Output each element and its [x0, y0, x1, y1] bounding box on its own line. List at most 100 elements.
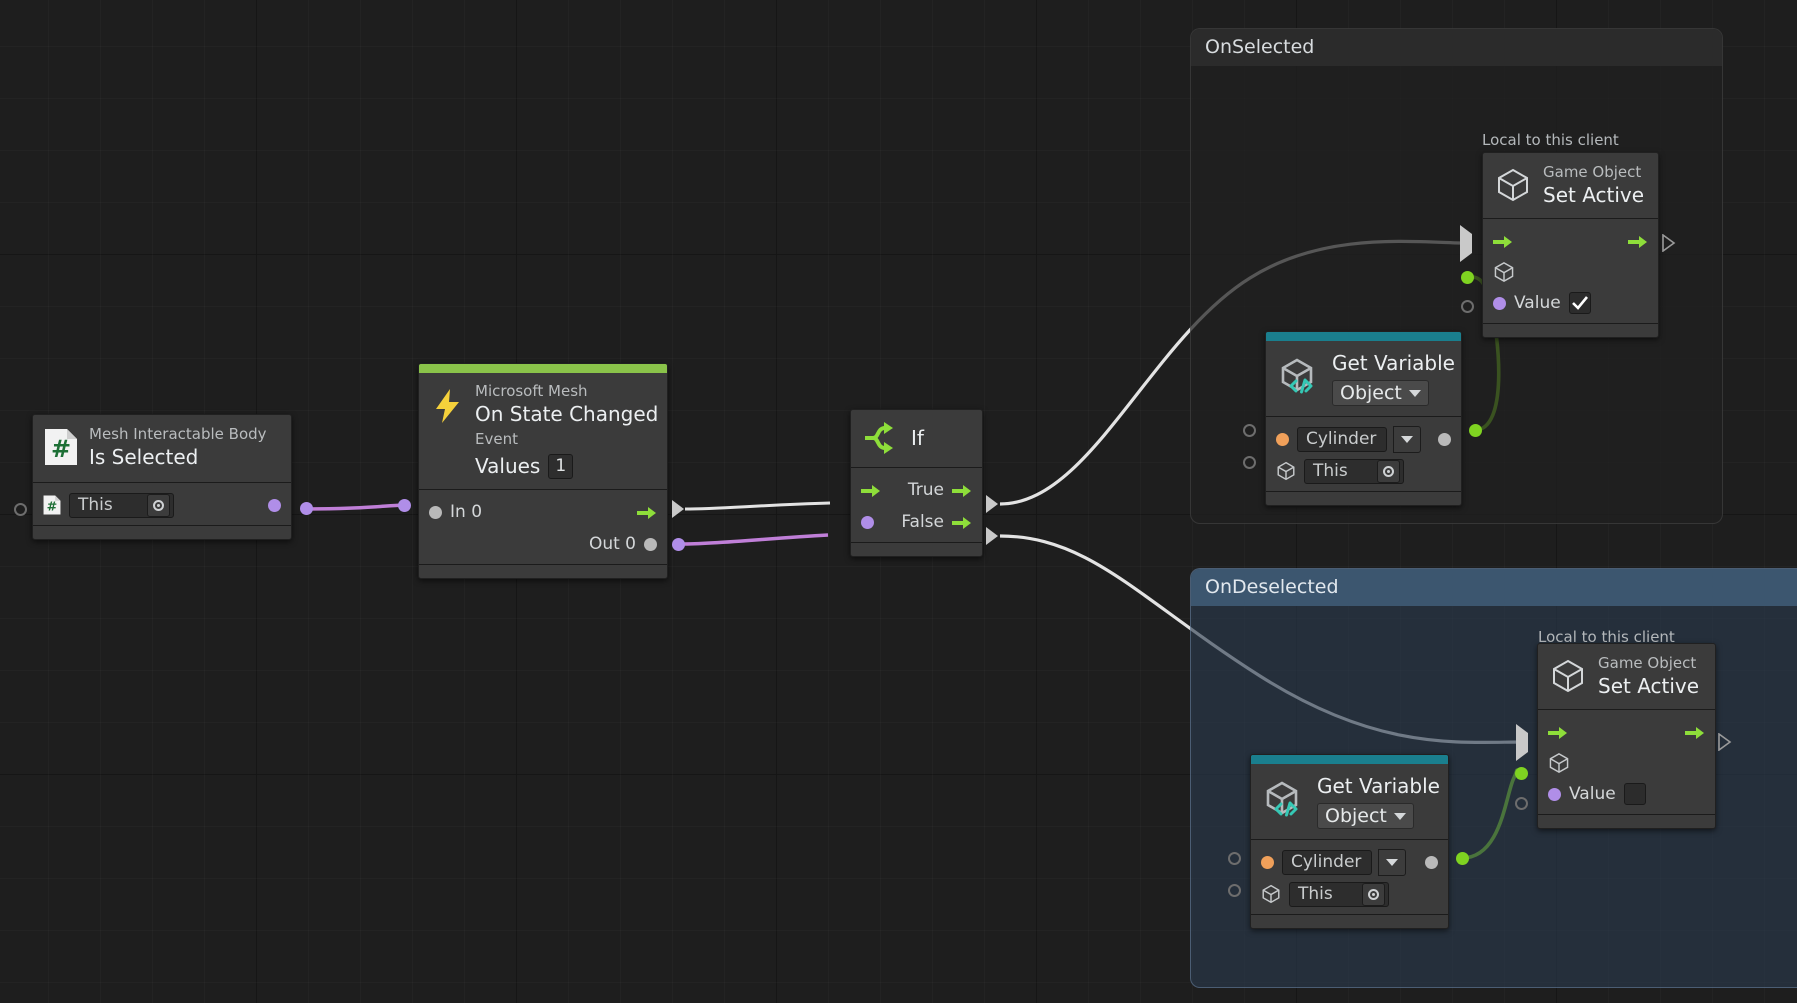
- port-marker-value-setactive-deselected[interactable]: [1515, 797, 1528, 810]
- true-label: True: [907, 480, 944, 500]
- node-set-active-selected[interactable]: Game Object Set Active Value: [1482, 152, 1659, 338]
- values-label: Values: [475, 454, 541, 478]
- game-object-cube-icon[interactable]: [1493, 261, 1515, 283]
- exec-output-arrow-icon[interactable]: [1685, 725, 1705, 739]
- port-marker-exec-in-setactive-deselected[interactable]: [1516, 724, 1528, 761]
- game-object-cube-icon: [1261, 884, 1281, 904]
- port-marker-source-getvar-selected[interactable]: [1243, 456, 1256, 469]
- variable-scope-value: Object: [1325, 805, 1387, 827]
- port-marker-value-setactive-selected[interactable]: [1461, 300, 1474, 313]
- game-object-cube-icon[interactable]: [1548, 752, 1570, 774]
- node-accent-bar: [419, 364, 667, 373]
- port-marker-out0-mesh[interactable]: [672, 538, 685, 551]
- node-set-active-deselected[interactable]: Game Object Set Active Value: [1537, 643, 1716, 829]
- source-field[interactable]: This: [1304, 458, 1404, 484]
- row-variable-name: Cylinder: [1266, 423, 1461, 455]
- node-body: In 0 Out 0: [419, 490, 667, 564]
- node-subtitle: Game Object: [1543, 163, 1642, 181]
- values-row: Values 1: [475, 453, 658, 479]
- port-marker-output-getvar-deselected[interactable]: [1456, 852, 1469, 865]
- node-get-variable-deselected[interactable]: Get Variable Object Cylinder This: [1250, 754, 1449, 929]
- node-footer: [1483, 323, 1658, 337]
- exec-input-arrow-icon[interactable]: [1493, 234, 1513, 248]
- port-marker-input-mib[interactable]: [14, 503, 27, 516]
- input-port-in0[interactable]: [429, 505, 442, 519]
- target-picker-icon[interactable]: [147, 493, 170, 517]
- row-exec: [1483, 225, 1658, 257]
- target-field[interactable]: This: [69, 492, 174, 518]
- input-port-value[interactable]: [1548, 787, 1561, 801]
- variable-scope-dropdown[interactable]: Object: [1332, 380, 1429, 406]
- target-value: This: [78, 495, 113, 515]
- port-marker-source-getvar-deselected[interactable]: [1228, 884, 1241, 897]
- node-microsoft-mesh-on-state-changed[interactable]: Microsoft Mesh On State Changed Event Va…: [418, 363, 668, 579]
- exec-input-arrow-icon[interactable]: [1548, 725, 1568, 739]
- target-picker-icon[interactable]: [1377, 459, 1400, 483]
- values-count-input[interactable]: 1: [548, 453, 574, 479]
- exec-output-true-arrow-icon[interactable]: [952, 483, 972, 497]
- output-port-out0[interactable]: [644, 537, 657, 551]
- port-marker-true-out-if[interactable]: [986, 495, 998, 513]
- source-field[interactable]: This: [1289, 881, 1389, 907]
- variable-name-value: Cylinder: [1291, 852, 1362, 872]
- input-port-name[interactable]: [1261, 855, 1274, 869]
- variable-name-dropdown[interactable]: [1378, 848, 1406, 876]
- node-header: If: [851, 410, 982, 467]
- target-picker-icon[interactable]: [1362, 882, 1385, 906]
- node-if[interactable]: If True False: [850, 409, 983, 557]
- input-port-condition[interactable]: [861, 515, 874, 529]
- exec-output-arrow-icon[interactable]: [637, 505, 657, 519]
- node-title: If: [911, 426, 924, 450]
- object-variable-icon: [1262, 779, 1306, 823]
- node-footer: [33, 525, 291, 539]
- port-marker-target-setactive-deselected[interactable]: [1515, 767, 1528, 780]
- output-port-value[interactable]: [1438, 432, 1451, 446]
- exec-output-false-arrow-icon[interactable]: [952, 515, 972, 529]
- node-footer: [1251, 914, 1448, 928]
- row-value: Value: [1483, 287, 1658, 319]
- group-title-onselected[interactable]: OnSelected: [1191, 29, 1722, 66]
- port-marker-name-getvar-selected[interactable]: [1243, 424, 1256, 437]
- input-port-name[interactable]: [1276, 432, 1289, 446]
- object-variable-icon: [1277, 356, 1321, 400]
- node-header: # Mesh Interactable Body Is Selected: [33, 415, 291, 482]
- node-footer: [851, 542, 982, 556]
- input-port-value[interactable]: [1493, 296, 1506, 310]
- node-title: Get Variable: [1317, 774, 1440, 798]
- exec-output-arrow-icon[interactable]: [1628, 234, 1648, 248]
- variable-scope-dropdown[interactable]: Object: [1317, 803, 1414, 829]
- node-get-variable-selected[interactable]: Get Variable Object Cylinder This: [1265, 331, 1462, 506]
- svg-text:#: #: [51, 435, 71, 463]
- node-body: # This: [33, 483, 291, 525]
- group-title-ondeselected[interactable]: OnDeselected: [1191, 569, 1797, 606]
- svg-text:#: #: [47, 498, 58, 513]
- exec-input-arrow-icon[interactable]: [861, 483, 881, 497]
- port-marker-exec-out-setactive-deselected[interactable]: [1718, 732, 1732, 755]
- row-in0: In 0: [419, 496, 667, 528]
- output-port-value[interactable]: [1425, 855, 1438, 869]
- port-marker-name-getvar-deselected[interactable]: [1228, 852, 1241, 865]
- node-header: Game Object Set Active: [1538, 644, 1715, 709]
- port-marker-output-getvar-selected[interactable]: [1469, 424, 1482, 437]
- node-footer: [1266, 491, 1461, 505]
- node-body: True False: [851, 468, 982, 542]
- variable-name-field[interactable]: Cylinder: [1282, 849, 1372, 875]
- node-footer: [1538, 814, 1715, 828]
- port-marker-exec-out-setactive-selected[interactable]: [1662, 233, 1676, 256]
- port-marker-exec-in-setactive-selected[interactable]: [1460, 225, 1472, 262]
- value-checkbox[interactable]: [1623, 783, 1646, 805]
- node-title: Is Selected: [89, 445, 199, 469]
- output-port-value[interactable]: [268, 498, 281, 512]
- variable-name-dropdown[interactable]: [1393, 425, 1421, 453]
- node-footer: [419, 564, 667, 578]
- node-mesh-interactable-body[interactable]: # Mesh Interactable Body Is Selected # T…: [32, 414, 292, 540]
- value-checkbox[interactable]: [1568, 292, 1591, 314]
- port-marker-in0-mesh[interactable]: [398, 499, 411, 512]
- port-marker-target-setactive-selected[interactable]: [1461, 271, 1474, 284]
- node-title: Set Active: [1598, 674, 1700, 698]
- node-body: Value: [1483, 219, 1658, 323]
- port-marker-exec-out-mesh[interactable]: [672, 500, 684, 518]
- port-marker-false-out-if[interactable]: [986, 527, 998, 545]
- port-marker-output-mib[interactable]: [300, 502, 313, 515]
- variable-name-field[interactable]: Cylinder: [1297, 426, 1387, 452]
